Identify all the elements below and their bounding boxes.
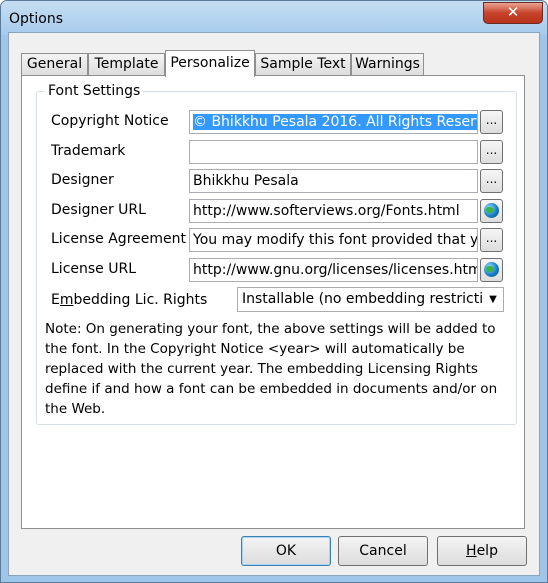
- license-label: License Agreement: [51, 231, 186, 247]
- embedding-label: Embedding Lic. Rights: [51, 292, 207, 308]
- trademark-field[interactable]: [189, 140, 478, 164]
- close-button[interactable]: ✕: [483, 2, 543, 24]
- designer-url-label: Designer URL: [51, 202, 146, 218]
- ok-button[interactable]: OK: [241, 536, 331, 566]
- license-field[interactable]: You may modify this font provided that y…: [189, 228, 478, 252]
- help-mnemonic: H: [466, 543, 477, 559]
- personalize-panel: Font Settings Copyright Notice © Bhikkhu…: [21, 75, 525, 529]
- embedding-label-pre: E: [51, 292, 60, 308]
- embedding-selected-value: Installable (no embedding restrictio: [242, 291, 492, 307]
- close-icon: ✕: [506, 3, 520, 21]
- font-settings-group: Font Settings Copyright Notice © Bhikkhu…: [36, 83, 517, 425]
- license-url-field[interactable]: http://www.gnu.org/licenses/licenses.htm…: [189, 258, 478, 282]
- help-button[interactable]: Help: [437, 536, 527, 566]
- license-url-label: License URL: [51, 261, 137, 277]
- embedding-label-mnemonic: m: [59, 292, 74, 308]
- tab-warnings[interactable]: Warnings: [351, 53, 424, 76]
- globe-icon: [484, 203, 499, 218]
- designer-url-open-button[interactable]: [480, 199, 503, 223]
- globe-icon: [484, 262, 499, 277]
- tab-personalize[interactable]: Personalize: [165, 50, 255, 77]
- tab-general[interactable]: General: [21, 53, 88, 76]
- chevron-down-icon[interactable]: ▼: [483, 288, 503, 311]
- title-bar: Options ✕: [1, 1, 547, 35]
- designer-browse-button[interactable]: ...: [480, 169, 503, 193]
- copyright-field[interactable]: © Bhikkhu Pesala 2016. All Rights Reserv…: [189, 110, 478, 134]
- designer-label: Designer: [51, 172, 114, 188]
- copyright-browse-button[interactable]: ...: [480, 110, 503, 134]
- window-title: Options: [9, 11, 64, 27]
- settings-note: Note: On generating your font, the above…: [45, 321, 498, 417]
- designer-field[interactable]: Bhikkhu Pesala: [189, 169, 478, 193]
- trademark-browse-button[interactable]: ...: [480, 140, 503, 164]
- group-title: Font Settings: [45, 83, 144, 99]
- designer-url-field[interactable]: http://www.softerviews.org/Fonts.html: [189, 199, 478, 223]
- dialog-client: General Template Personalize Sample Text…: [8, 32, 540, 576]
- help-label-rest: elp: [476, 543, 498, 559]
- tab-sample-text[interactable]: Sample Text: [255, 53, 351, 76]
- options-window: Options ✕ General Template Personalize S…: [0, 0, 548, 583]
- license-url-open-button[interactable]: [480, 258, 503, 282]
- copyright-value: © Bhikkhu Pesala 2016. All Rights Reserv…: [193, 114, 477, 130]
- cancel-button[interactable]: Cancel: [338, 536, 428, 566]
- trademark-label: Trademark: [51, 143, 126, 159]
- license-browse-button[interactable]: ...: [480, 228, 503, 252]
- embedding-label-post: bedding Lic. Rights: [73, 292, 208, 308]
- copyright-label: Copyright Notice: [51, 113, 169, 129]
- embedding-rights-select[interactable]: Installable (no embedding restrictio ▼: [237, 287, 504, 312]
- tab-template[interactable]: Template: [88, 53, 165, 76]
